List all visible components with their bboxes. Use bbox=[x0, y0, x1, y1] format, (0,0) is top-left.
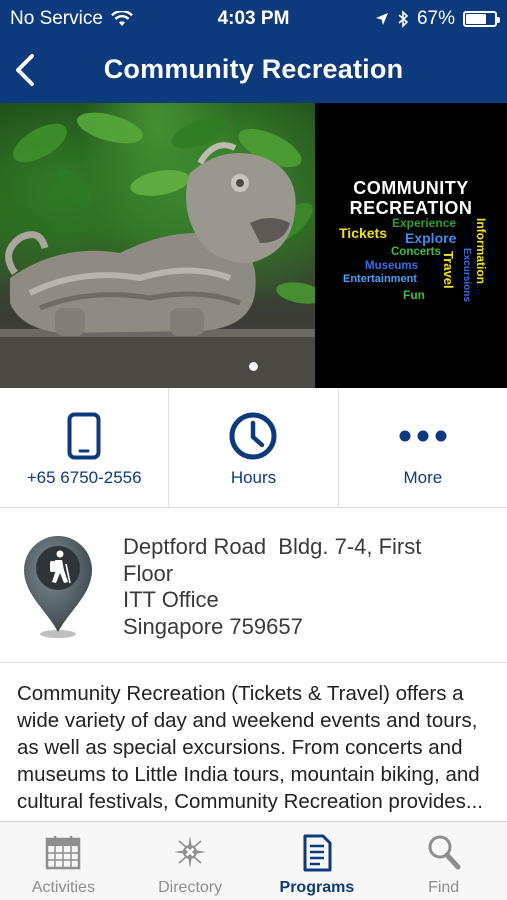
word-experience: Experience bbox=[392, 216, 457, 230]
location-arrow-icon bbox=[375, 13, 388, 25]
address-line: Deptford Road Bldg. 7-4, First bbox=[123, 534, 422, 559]
address-text: Deptford Road Bldg. 7-4, First Floor ITT… bbox=[123, 534, 493, 640]
word-explore: Explore bbox=[405, 230, 457, 246]
page-title: Community Recreation bbox=[103, 54, 404, 84]
tab-label: Programs bbox=[279, 879, 355, 896]
map-pin-hiker-icon bbox=[24, 536, 92, 638]
hours-label: Hours bbox=[230, 468, 277, 487]
tab-label: Find bbox=[428, 879, 460, 896]
word-tickets: Tickets bbox=[339, 225, 387, 241]
tab-label: Activities bbox=[31, 879, 95, 896]
page-dot bbox=[249, 362, 258, 371]
status-bar: No Service 4:03 PM 67% bbox=[0, 0, 507, 38]
app-screen: No Service 4:03 PM 67% Community Recreat… bbox=[0, 0, 507, 900]
address-line: Singapore 759657 bbox=[123, 613, 303, 639]
nav-bar: Community Recreation bbox=[0, 40, 507, 100]
more-label: More bbox=[403, 468, 443, 487]
clock-icon bbox=[229, 412, 277, 460]
address-line: Floor bbox=[123, 560, 174, 586]
battery-percent: 67% bbox=[416, 8, 455, 29]
battery-icon bbox=[463, 11, 500, 27]
word-concerts: Concerts bbox=[391, 246, 441, 258]
document-icon bbox=[303, 834, 332, 872]
phone-button[interactable]: +65 6750-2556 bbox=[0, 388, 170, 507]
hours-button[interactable]: Hours bbox=[169, 388, 339, 507]
word-entertainment: Entertainment bbox=[343, 273, 417, 285]
poster-title-line1: COMMUNITY bbox=[353, 178, 469, 198]
search-icon bbox=[428, 835, 461, 870]
carousel-page-indicator[interactable] bbox=[0, 358, 507, 376]
stone-lion-statue bbox=[0, 112, 324, 388]
community-recreation-poster: COMMUNITY RECREATION Experience Tickets … bbox=[315, 103, 507, 388]
word-fun: Fun bbox=[403, 288, 425, 302]
address-section[interactable]: Deptford Road Bldg. 7-4, First Floor ITT… bbox=[0, 508, 507, 663]
address-line: ITT Office bbox=[123, 587, 219, 612]
top-bar: No Service 4:03 PM 67% Community Recreat… bbox=[0, 0, 507, 103]
calendar-icon bbox=[46, 836, 81, 870]
tab-directory[interactable]: Directory bbox=[127, 822, 254, 900]
status-right: 67% bbox=[375, 8, 500, 30]
word-museums: Museums bbox=[365, 260, 419, 272]
word-travel: Travel bbox=[441, 251, 456, 289]
tab-label: Directory bbox=[158, 879, 223, 896]
tab-bar: Activities Directory Programs Find bbox=[0, 821, 507, 900]
word-information: Information bbox=[474, 218, 488, 284]
action-row: +65 6750-2556 Hours More bbox=[0, 388, 507, 508]
phone-number-label: +65 6750-2556 bbox=[26, 468, 142, 487]
statue-photo bbox=[0, 103, 324, 388]
description-text: Community Recreation (Tickets & Travel) … bbox=[17, 682, 483, 813]
word-excursions: Excursions bbox=[461, 248, 472, 302]
phone-icon bbox=[67, 412, 101, 460]
ellipsis-icon bbox=[399, 430, 447, 442]
hero-carousel[interactable]: COMMUNITY RECREATION Experience Tickets … bbox=[0, 103, 507, 388]
tab-activities[interactable]: Activities bbox=[0, 822, 127, 900]
bluetooth-icon bbox=[398, 10, 409, 28]
tab-programs[interactable]: Programs bbox=[254, 822, 381, 900]
more-button[interactable]: More bbox=[339, 388, 507, 507]
compass-icon bbox=[174, 836, 207, 868]
tab-find[interactable]: Find bbox=[380, 822, 507, 900]
